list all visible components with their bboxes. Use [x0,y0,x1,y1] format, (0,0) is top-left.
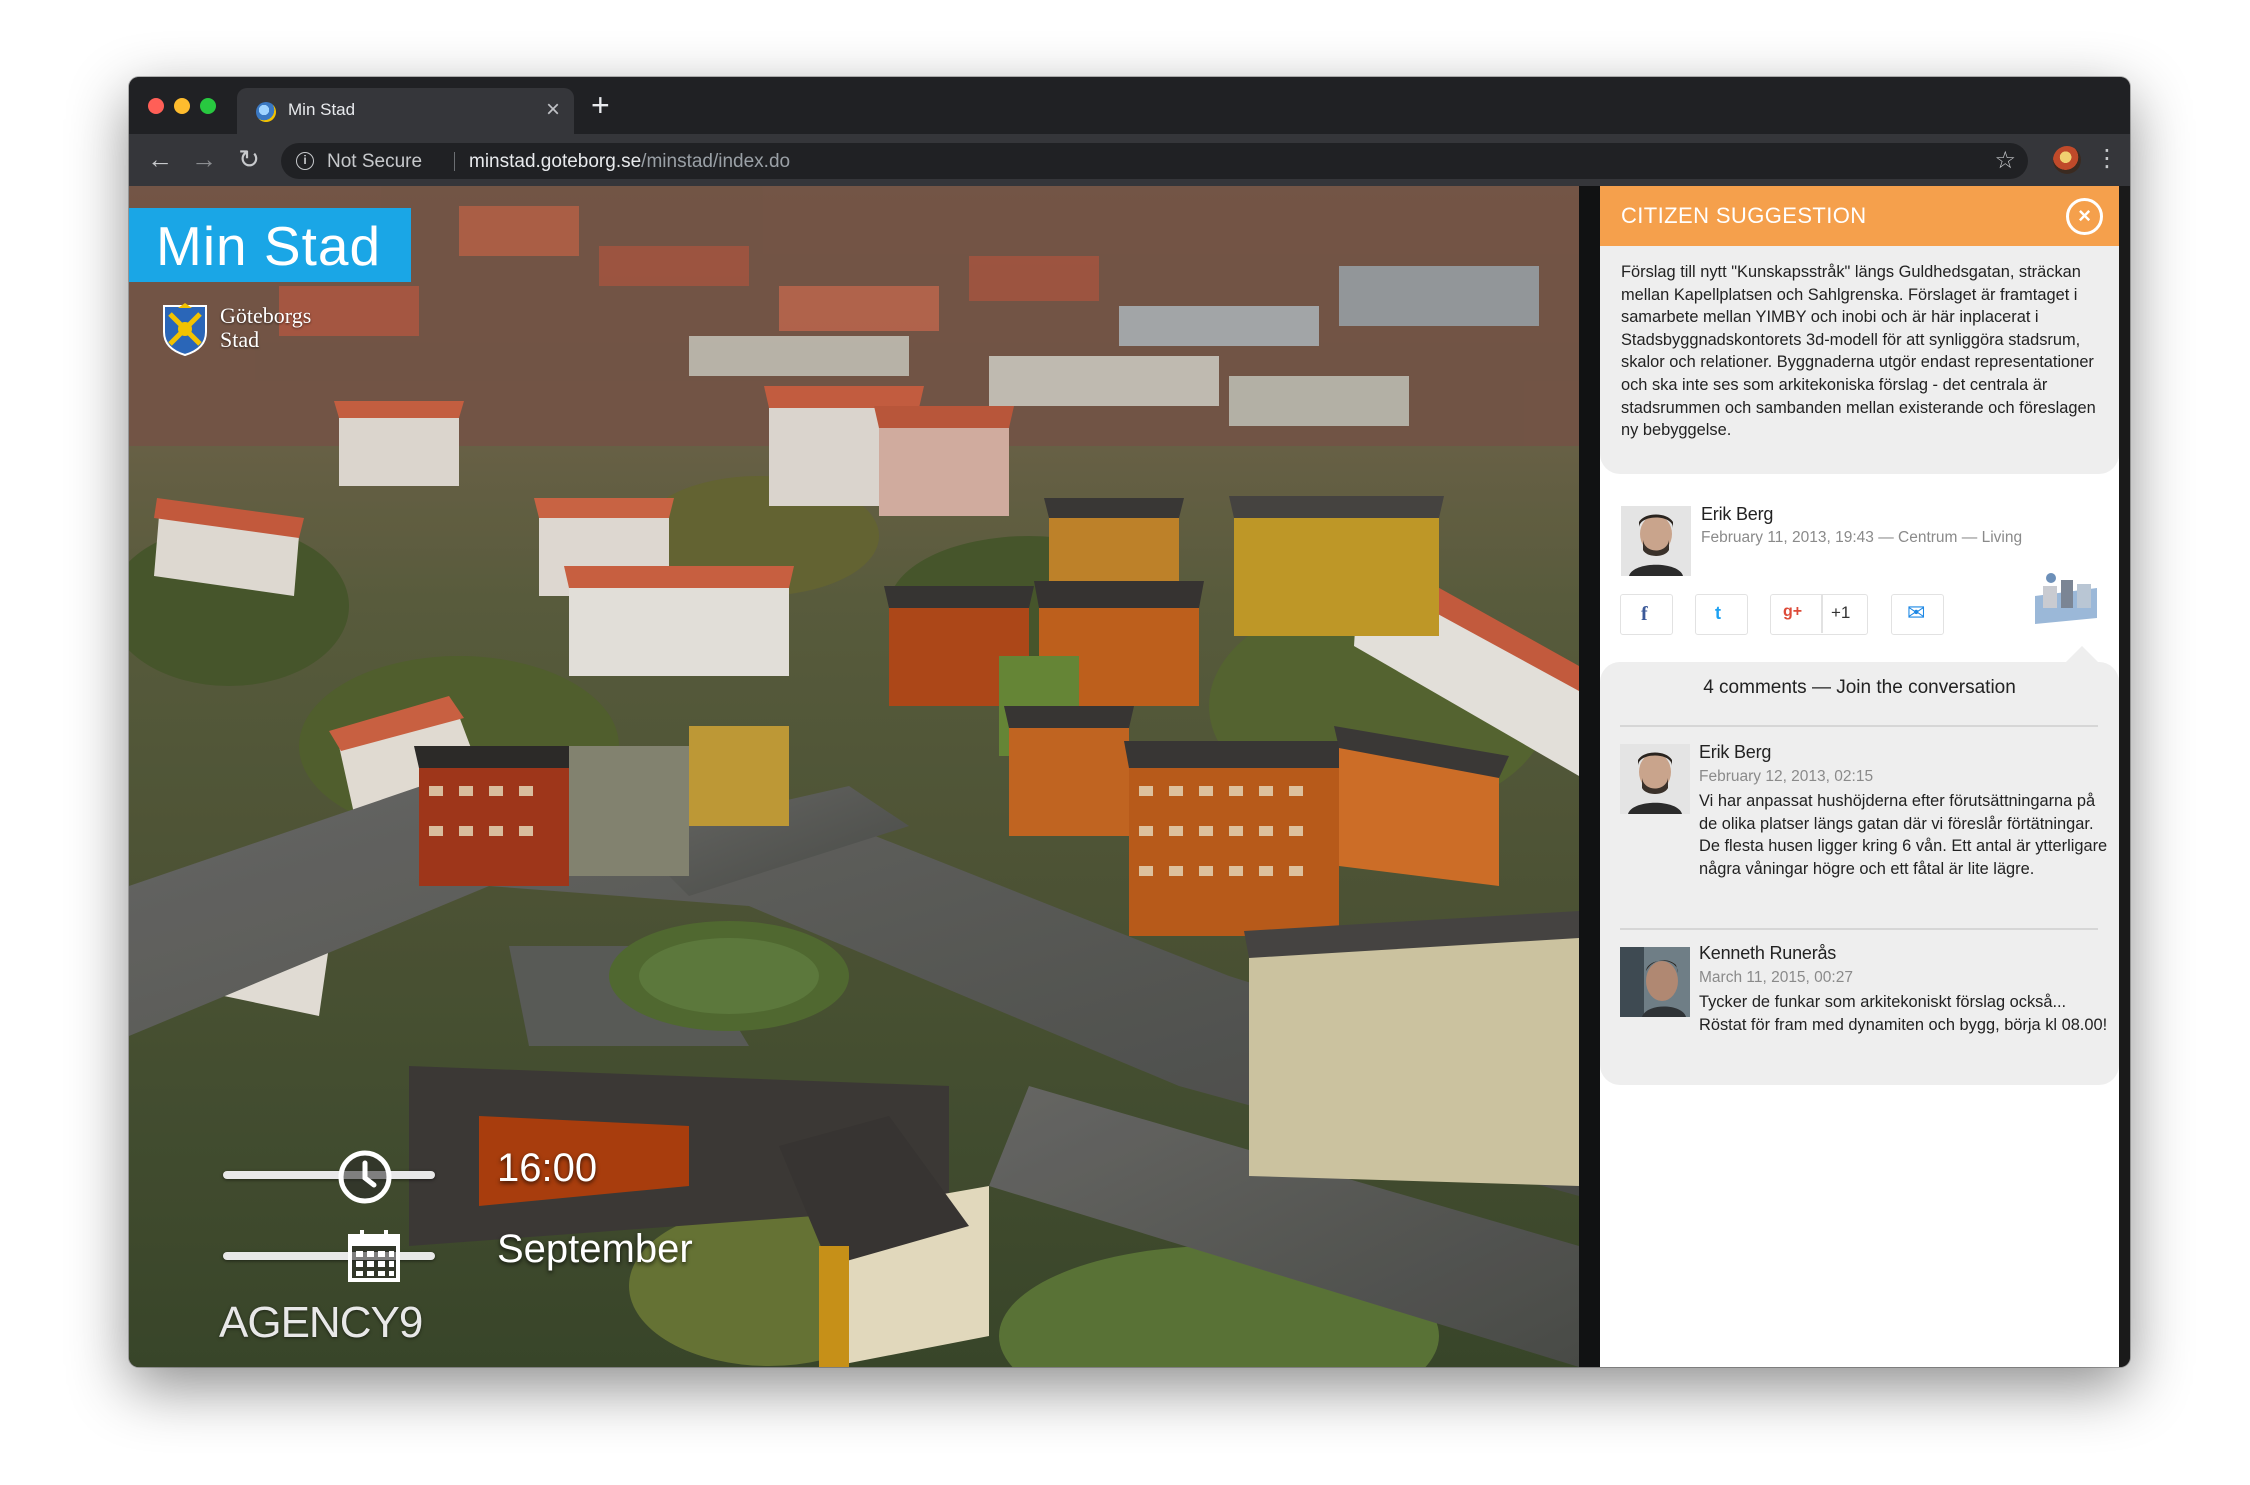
email-icon: ✉ [1907,600,1926,625]
author-photo [1621,506,1691,576]
security-label: Not Secure [327,151,423,172]
divider [1620,725,2098,727]
close-window-button[interactable] [148,98,164,114]
month-slider-track[interactable] [223,1252,435,1260]
tab-title: Min Stad [288,100,356,119]
zoom-window-button[interactable] [200,98,216,114]
avatar[interactable] [1620,947,1690,1017]
panel-gutter [1579,186,1600,1367]
url-host: minstad.goteborg.se [469,151,642,172]
facebook-icon: f [1641,603,1648,625]
avatar[interactable] [1620,744,1690,814]
tab-close-icon[interactable]: × [546,96,560,124]
bookmark-star-icon[interactable]: ☆ [1994,146,2016,175]
commenter-photo [1620,947,1690,1017]
omnibox-divider [454,152,455,171]
tab-bar: Min Stad × + [129,77,2130,134]
time-slider-track[interactable] [223,1171,435,1179]
forward-arrow-icon[interactable]: → [187,142,221,176]
month-label: September [497,1227,693,1271]
share-divider [1821,595,1823,633]
page-viewport: Min Stad Göteborgs Stad 16:00 September … [129,186,2130,1367]
reload-icon[interactable]: ↻ [232,142,266,176]
divider [1620,928,2098,930]
twitter-share-button[interactable]: t [1695,594,1748,635]
minimize-window-button[interactable] [174,98,190,114]
city-name: Göteborgs Stad [220,303,312,352]
new-tab-button[interactable]: + [591,89,610,121]
tab-min-stad[interactable]: Min Stad × [237,88,574,134]
clock-icon[interactable] [337,1149,393,1205]
email-share-button[interactable]: ✉ [1891,594,1944,635]
citizen-suggestion-panel: CITIZEN SUGGESTION × Förslag till nytt "… [1600,186,2119,1367]
brand-title: Min Stad [156,215,382,277]
goteborg-crest-icon [163,303,207,356]
profile-avatar-icon[interactable] [2053,146,2081,174]
comments-header-link[interactable]: 4 comments — Join the conversation [1600,677,2119,699]
time-label: 16:00 [497,1146,598,1190]
suggestion-card: Förslag till nytt "Kunskapsstråk" längs … [1600,246,2119,474]
comment-author[interactable]: Erik Berg [1699,742,1771,763]
back-arrow-icon[interactable]: ← [143,142,177,176]
calendar-icon[interactable] [346,1228,402,1284]
info-icon[interactable]: i [296,152,314,170]
comment-author[interactable]: Kenneth Runerås [1699,943,1836,964]
min-stad-logo[interactable]: Min Stad [129,208,411,282]
panel-header: CITIZEN SUGGESTION × [1600,186,2119,246]
comment-date: February 12, 2013, 02:15 [1699,768,1874,785]
favicon-icon [256,102,276,122]
facebook-share-button[interactable]: f [1620,594,1673,635]
author-meta: February 11, 2013, 19:43 — Centrum — Liv… [1701,529,2023,546]
browser-toolbar: ← → ↻ i Not Secure minstad.goteborg.se/m… [129,134,2130,186]
commenter-photo [1620,744,1690,814]
agency9-logo: AGENCY9 [219,1298,423,1347]
browser-menu-icon[interactable]: ⋮ [2095,144,2119,174]
googleplus-icon: g+ [1783,603,1803,620]
url-path: /minstad/index.do [641,151,791,172]
author-name[interactable]: Erik Berg [1701,504,1773,525]
panel-title: CITIZEN SUGGESTION [1621,203,1867,228]
avatar[interactable] [1621,506,1691,576]
address-bar[interactable]: i Not Secure minstad.goteborg.se/minstad… [281,143,2028,179]
googleplus-share-button[interactable]: g+ +1 [1770,594,1868,635]
browser-window: Min Stad × + ← → ↻ i Not Secure minstad.… [129,77,2130,1367]
suggestion-text: Förslag till nytt "Kunskapsstråk" längs … [1621,263,2096,440]
close-panel-icon[interactable]: × [2066,198,2103,235]
comment-text: Vi har anpassat hushöjderna efter föruts… [1699,792,2108,878]
plusone-count: +1 [1831,603,1851,622]
comment-date: March 11, 2015, 00:27 [1699,969,1853,986]
twitter-icon: t [1715,603,1721,623]
url-text[interactable]: minstad.goteborg.se/minstad/index.do [469,151,790,173]
comment-text: Tycker de funkar som arkitekoniskt försl… [1699,993,2108,1034]
map-thumbnail[interactable] [2031,566,2101,626]
comments-notch [2066,646,2098,662]
